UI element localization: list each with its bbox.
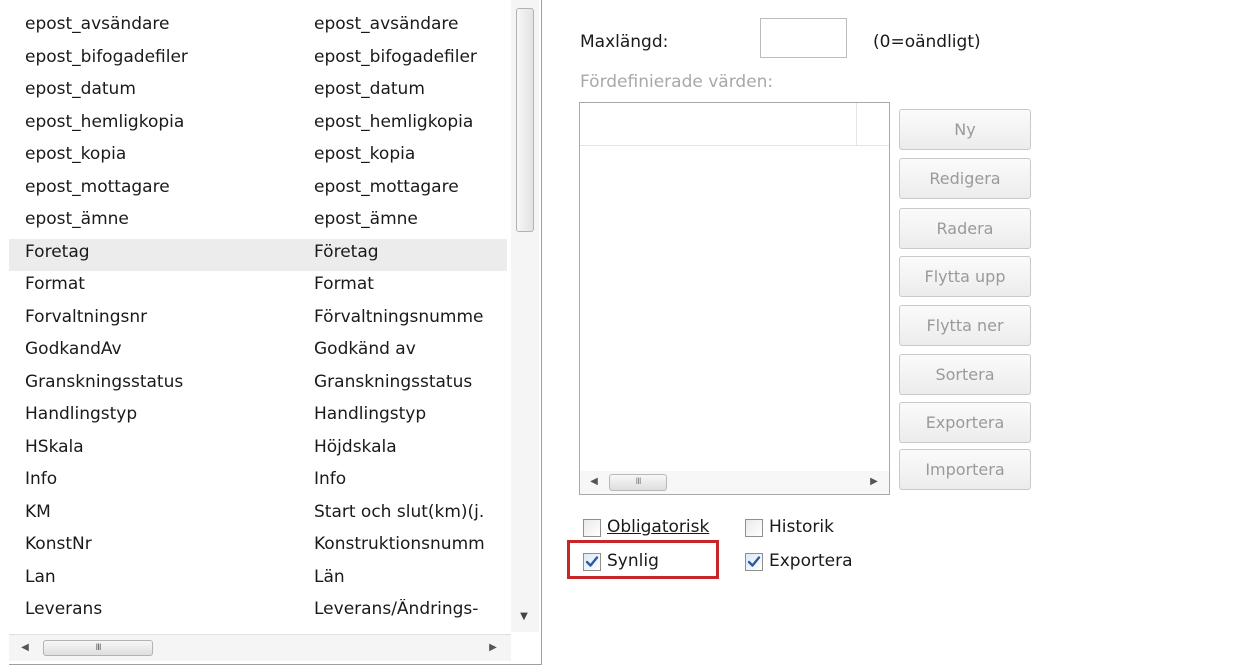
predefined-values-header (580, 103, 889, 146)
field-name-cell: Forvaltningsnr (25, 306, 148, 327)
visible-checkbox-highlight (567, 540, 719, 579)
field-name-cell: epost_bifogadefiler (25, 46, 188, 67)
field-name-cell: Info (25, 469, 58, 489)
field-list-row[interactable]: HSkala Höjdskala (9, 434, 507, 467)
horizontal-scroll-thumb[interactable]: III (609, 474, 667, 491)
predefined-values-list[interactable]: ◀ III ▶ (579, 102, 890, 495)
vertical-scroll-thumb[interactable] (516, 8, 534, 232)
field-list-row[interactable]: epost_avsändare epost_avsändare (9, 11, 507, 44)
field-name-cell: epost_mottagare (25, 176, 170, 197)
predefined-values-horizontal-scrollbar[interactable]: ◀ III ▶ (580, 471, 889, 494)
field-list-row[interactable]: KM Start och slut(km)(j. (9, 499, 507, 532)
field-display-name-cell: epost_kopia (314, 144, 416, 164)
field-display-name-cell: Format (314, 274, 374, 294)
field-list-row[interactable]: Granskningsstatus Granskningsstatus (9, 369, 507, 402)
scroll-down-arrow-icon[interactable]: ▼ (516, 608, 532, 626)
import-button[interactable]: Importera (899, 449, 1031, 490)
field-name-cell: HSkala (25, 436, 84, 457)
horizontal-scroll-thumb[interactable]: III (43, 640, 153, 656)
field-display-name-cell: epost_hemligkopia (314, 111, 474, 132)
mandatory-checkbox-label: Obligatorisk (607, 517, 710, 537)
field-name-cell: Format (25, 274, 85, 294)
field-name-cell: GodkandAv (25, 339, 122, 359)
scroll-right-arrow-icon[interactable]: ▶ (866, 473, 882, 491)
history-checkbox-box[interactable] (745, 519, 763, 537)
field-display-name-cell: epost_avsändare (314, 14, 459, 34)
field-name-cell: Handlingstyp (25, 404, 138, 424)
field-list-row[interactable]: epost_bifogadefiler epost_bifogadefiler (9, 44, 507, 77)
export-checkbox[interactable]: Exportera (745, 550, 885, 574)
scroll-right-arrow-icon[interactable]: ▶ (485, 639, 501, 657)
field-name-cell: epost_hemligkopia (25, 111, 185, 132)
field-list-row[interactable]: epost_mottagare epost_mottagare (9, 174, 507, 207)
field-display-name-cell: Förvaltningsnumme (314, 306, 484, 327)
field-display-name-cell: Handlingstyp (314, 404, 427, 424)
field-list-row[interactable]: Info Info (9, 466, 507, 499)
move-up-button[interactable]: Flytta upp (899, 256, 1031, 297)
maxlength-label: Maxlängd: (580, 32, 669, 52)
field-list-vertical-scrollbar[interactable]: ▼ (511, 0, 539, 632)
field-list-row[interactable]: Forvaltningsnr Förvaltningsnumme (9, 304, 507, 337)
field-display-name-cell: Konstruktionsnumm (314, 534, 485, 554)
export-checkbox-label: Exportera (769, 551, 853, 571)
delete-button[interactable]: Radera (899, 208, 1031, 249)
sort-button[interactable]: Sortera (899, 354, 1031, 395)
field-list-row[interactable]: Lan Län (9, 564, 507, 597)
field-display-name-cell: epost_datum (314, 79, 425, 99)
field-display-name-cell: Län (314, 566, 345, 587)
scroll-left-arrow-icon[interactable]: ◀ (586, 473, 602, 491)
new-button[interactable]: Ny (899, 109, 1031, 150)
field-name-cell: KM (25, 501, 51, 522)
field-name-cell: epost_kopia (25, 144, 127, 164)
check-mark-icon (747, 556, 761, 567)
field-name-cell: Foretag (25, 241, 90, 262)
field-list-row[interactable]: epost_kopia epost_kopia (9, 141, 507, 174)
field-display-name-cell: Företag (314, 241, 379, 262)
field-list[interactable]: epost_avsändare epost_avsändare epost_bifo… (9, 0, 542, 665)
field-display-name-cell: Info (314, 469, 347, 489)
field-list-row[interactable]: epost_hemligkopia epost_hemligkopia (9, 109, 507, 142)
field-list-row[interactable]: epost_datum epost_datum (9, 76, 507, 109)
field-list-row[interactable]: Foretag Företag (9, 238, 507, 271)
field-display-name-cell: epost_mottagare (314, 176, 459, 197)
field-name-cell: Lan (25, 566, 56, 587)
field-list-row[interactable]: GodkandAv Godkänd av (9, 336, 507, 369)
scroll-left-arrow-icon[interactable]: ◀ (17, 639, 33, 657)
field-display-name-cell: Granskningsstatus (314, 371, 473, 392)
field-display-name-cell: Leverans/Ändrings- (314, 599, 479, 619)
field-name-cell: Granskningsstatus (25, 371, 184, 392)
export-button[interactable]: Exportera (899, 402, 1031, 443)
field-display-name-cell: Höjdskala (314, 436, 397, 457)
maxlength-input[interactable] (760, 18, 847, 58)
mandatory-checkbox-box[interactable] (583, 519, 601, 537)
field-display-name-cell: epost_ämne (314, 209, 418, 229)
field-list-row[interactable]: Handlingstyp Handlingstyp (9, 401, 507, 434)
field-list-horizontal-scrollbar[interactable]: ◀ III ▶ (9, 634, 511, 661)
field-name-cell: Leverans (25, 599, 103, 619)
field-name-cell: epost_ämne (25, 209, 129, 229)
field-name-cell: epost_avsändare (25, 14, 170, 34)
field-list-row[interactable]: KonstNr Konstruktionsnumm (9, 531, 507, 564)
field-display-name-cell: epost_bifogadefiler (314, 46, 477, 67)
field-name-cell: KonstNr (25, 534, 92, 554)
field-name-cell: epost_datum (25, 79, 136, 99)
field-list-rows: epost_avsändare epost_avsändare epost_bifo… (9, 11, 507, 629)
field-list-row[interactable]: Leverans Leverans/Ändrings- (9, 596, 507, 629)
field-display-name-cell: Start och slut(km)(j. (314, 501, 485, 522)
field-list-row[interactable]: epost_ämne epost_ämne (9, 206, 507, 239)
history-checkbox[interactable]: Historik (745, 516, 865, 540)
export-checkbox-box[interactable] (745, 553, 763, 571)
field-display-name-cell: Godkänd av (314, 339, 416, 359)
mandatory-checkbox[interactable]: Obligatorisk (583, 516, 733, 540)
history-checkbox-label: Historik (769, 517, 834, 537)
column-separator[interactable] (856, 103, 857, 145)
maxlength-hint: (0=oändligt) (873, 32, 981, 52)
move-down-button[interactable]: Flytta ner (899, 305, 1031, 346)
predefined-values-label: Fördefinierade värden: (580, 72, 774, 92)
field-list-row[interactable]: Format Format (9, 271, 507, 304)
edit-button[interactable]: Redigera (899, 158, 1031, 199)
